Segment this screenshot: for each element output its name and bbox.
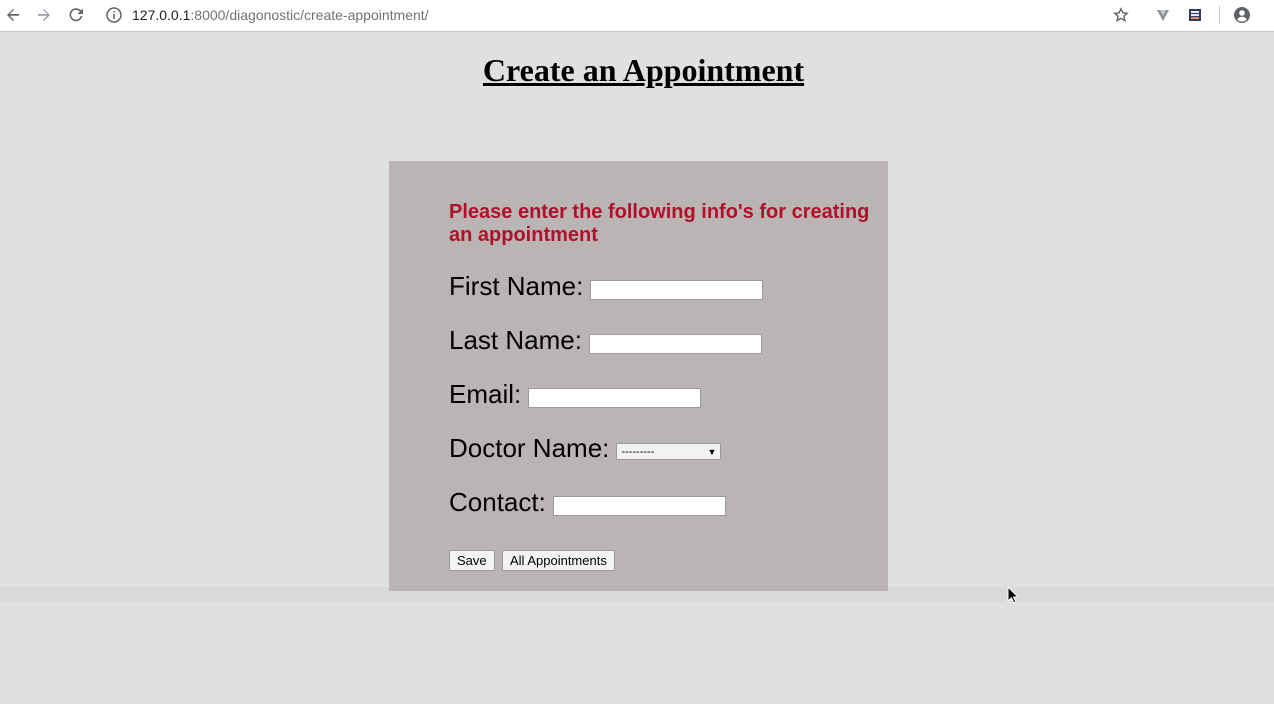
reload-icon[interactable] [64,3,88,27]
email-row: Email: [449,379,702,409]
extension-icon-2[interactable] [1183,3,1207,27]
forward-arrow-icon[interactable] [32,3,56,27]
url-host: 127.0.0.1 [132,7,191,23]
form-intro-text: Please enter the following info's for cr… [449,201,870,246]
toolbar-divider [1219,6,1220,24]
doctor-name-label: Doctor Name: [449,433,610,463]
contact-row: Contact: [449,487,726,517]
first-name-label: First Name: [449,271,584,301]
mouse-cursor-icon [1007,585,1020,609]
browser-toolbar: 127.0.0.1:8000/diagonostic/create-appoin… [0,0,1274,32]
extension-icon[interactable] [1151,3,1175,27]
last-name-row: Last Name: [449,325,762,355]
all-appointments-button[interactable]: All Appointments [502,550,615,571]
last-name-label: Last Name: [449,325,582,355]
url-path: :8000/diagonostic/create-appointment/ [190,7,429,23]
email-label: Email: [449,379,522,409]
doctor-name-select[interactable]: --------- ▼ [616,443,722,460]
dropdown-arrow-icon: ▼ [707,447,717,457]
appointment-form-card: Please enter the following info's for cr… [389,161,888,591]
back-arrow-icon[interactable] [1,3,25,27]
first-name-row: First Name: [449,271,764,301]
first-name-input[interactable] [590,279,764,300]
email-input[interactable] [528,387,702,408]
save-button[interactable]: Save [449,550,495,571]
address-bar[interactable]: 127.0.0.1:8000/diagonostic/create-appoin… [106,4,1106,26]
contact-label: Contact: [449,487,546,517]
contact-input[interactable] [552,495,726,516]
doctor-row: Doctor Name: --------- ▼ [449,433,722,463]
info-icon[interactable] [106,7,122,23]
page-title: Create an Appointment [482,52,805,88]
doctor-selected-value: --------- [621,446,655,458]
last-name-input[interactable] [588,333,762,354]
bookmark-star-icon[interactable] [1109,3,1133,27]
account-icon[interactable] [1230,3,1254,27]
